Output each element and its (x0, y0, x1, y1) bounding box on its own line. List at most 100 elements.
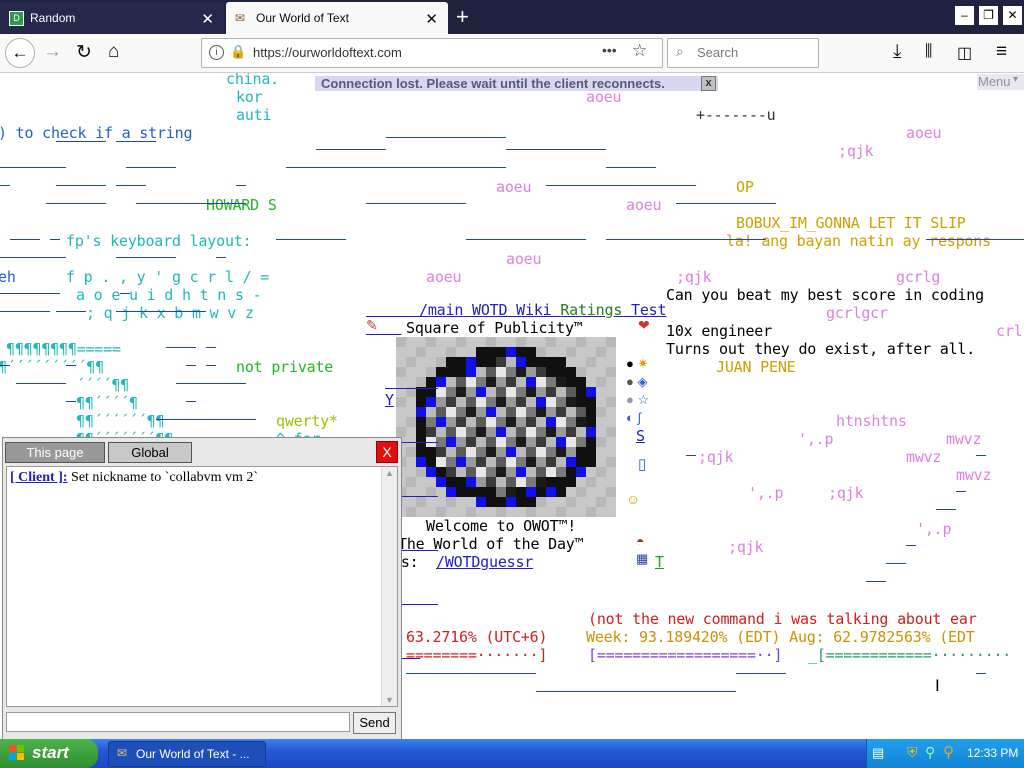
pixel (566, 387, 576, 397)
tab-label: This page (26, 445, 84, 460)
poop-icon: ◓ (636, 533, 645, 549)
close-chat-button[interactable]: X (376, 441, 398, 463)
pixel (496, 497, 506, 507)
popup-t-link[interactable]: T (655, 553, 664, 571)
pixel (516, 477, 526, 487)
pixel (516, 487, 526, 497)
nav-ratings-link[interactable]: Ratings (560, 301, 622, 319)
pixel (476, 427, 486, 437)
nav-wotd-link[interactable]: WOTD (472, 301, 508, 319)
url-text[interactable]: https://ourworldoftext.com (253, 45, 402, 60)
pixel (486, 387, 496, 397)
send-button[interactable]: Send (353, 712, 396, 734)
pixel (556, 337, 566, 347)
nav-wiki-link[interactable]: Wiki (516, 301, 552, 319)
pixel (466, 387, 476, 397)
tab-random[interactable]: D Random ✕ (0, 2, 224, 34)
pixel (596, 467, 606, 477)
pixel (476, 447, 486, 457)
canvas-underline (506, 149, 606, 150)
canvas-underline (926, 239, 1024, 240)
canvas-text-line: a o e u i d h t n s - (76, 286, 262, 304)
sidebar-icon[interactable]: ◫ (957, 43, 972, 63)
pixel (586, 447, 596, 457)
tab-this-page[interactable]: This page (5, 442, 105, 463)
pixel (546, 507, 556, 517)
network-icon[interactable]: ⚲ (925, 744, 935, 761)
page-actions-icon[interactable]: ••• (602, 42, 617, 58)
windows-taskbar: start ✉ Our World of Text - ... ▤ ⛨ ⚲ ⚲ … (0, 739, 1024, 768)
canvas-text-line: ¶¶¶¶¶¶¶¶===== (6, 340, 121, 358)
pixel (516, 417, 526, 427)
chat-scrollbar[interactable]: ▲ ▼ (381, 467, 397, 706)
tab-our-world-of-text[interactable]: ✉ Our World of Text ✕ (226, 2, 448, 34)
pixel (566, 377, 576, 387)
welcome-text: Welcome to OWOT™! (426, 517, 577, 535)
home-button[interactable]: ⌂ (108, 41, 119, 63)
new-tab-button[interactable]: + (456, 4, 469, 30)
pixel (446, 347, 456, 357)
canvas-underline (0, 257, 66, 258)
chat-username[interactable]: [ Client ]: (10, 470, 68, 485)
close-tab-icon[interactable]: ✕ (201, 10, 214, 28)
pixel (536, 367, 546, 377)
taskbar-window-button[interactable]: ✉ Our World of Text - ... (108, 741, 266, 767)
pixel (486, 427, 496, 437)
start-button[interactable]: start (0, 739, 98, 768)
pixel (606, 437, 616, 447)
pixel (516, 387, 526, 397)
chat-input[interactable] (6, 712, 350, 732)
canvas-text-line: Can you beat my best score in coding (666, 286, 984, 304)
popup-s-link[interactable]: S (636, 427, 645, 445)
scroll-up-icon[interactable]: ▲ (385, 468, 394, 478)
close-banner-button[interactable]: x (701, 76, 716, 91)
forward-button[interactable]: → (43, 41, 62, 63)
library-icon[interactable]: ⫼ (925, 43, 932, 61)
pixel (566, 497, 576, 507)
pixel (556, 507, 566, 517)
info-icon[interactable]: i (209, 45, 224, 60)
downloads-icon[interactable]: ⤓ (893, 41, 901, 63)
pixel (456, 457, 466, 467)
back-button[interactable]: ← (5, 38, 35, 68)
search-bar[interactable]: ⌕ Search (667, 38, 819, 68)
pixel (596, 397, 606, 407)
url-bar[interactable]: i 🔒 https://ourworldoftext.com ••• ☆ (201, 38, 663, 68)
canvas-underline (56, 185, 96, 186)
tab-global[interactable]: Global (108, 442, 192, 463)
pixel (566, 347, 576, 357)
side-link-y[interactable]: Y (385, 391, 438, 409)
bookmark-star-icon[interactable]: ☆ (632, 41, 647, 61)
pixel (556, 427, 566, 437)
canvas-underline (866, 581, 886, 582)
owot-canvas[interactable]: china. kor aoeu +-------u auti) to check if … (0, 73, 1024, 739)
scroll-down-icon[interactable]: ▼ (385, 695, 394, 705)
reload-button[interactable]: ↻ (76, 41, 92, 64)
canvas-text-line: mwvz (946, 430, 982, 448)
pixel (446, 457, 456, 467)
canvas-text-line: Week: 93.189420% (EDT) Aug: 62.9782563% … (586, 628, 975, 646)
restore-button[interactable]: ❐ (979, 6, 998, 25)
pixel (556, 397, 566, 407)
close-tab-icon[interactable]: ✕ (425, 10, 438, 28)
nav-main-link[interactable]: /main (419, 301, 463, 319)
send-label: Send (359, 715, 390, 730)
pixel (556, 497, 566, 507)
canvas-underline (66, 365, 76, 366)
menu-icon[interactable]: ≡ (996, 41, 1007, 63)
pixel (496, 367, 506, 377)
pixel (466, 367, 476, 377)
keyboard-icon[interactable]: ▤ (872, 745, 884, 761)
pixel (596, 387, 606, 397)
search-icon[interactable]: ⚲ (943, 743, 954, 761)
canvas-text-line: BOBUX_IM_GONNA LET IT SLIP (736, 214, 966, 232)
minimize-button[interactable]: ‒ (955, 6, 974, 25)
canvas-underline (166, 203, 246, 204)
pixel (546, 427, 556, 437)
owot-menu-button[interactable]: Menu ▾ (977, 74, 1024, 90)
shield-icon[interactable]: ⛨ (907, 744, 918, 761)
canvas-underline (16, 383, 66, 384)
pixel (546, 477, 556, 487)
wotdguessr-link[interactable]: /WOTDguessr (436, 553, 533, 571)
close-window-button[interactable]: ✕ (1003, 6, 1022, 25)
